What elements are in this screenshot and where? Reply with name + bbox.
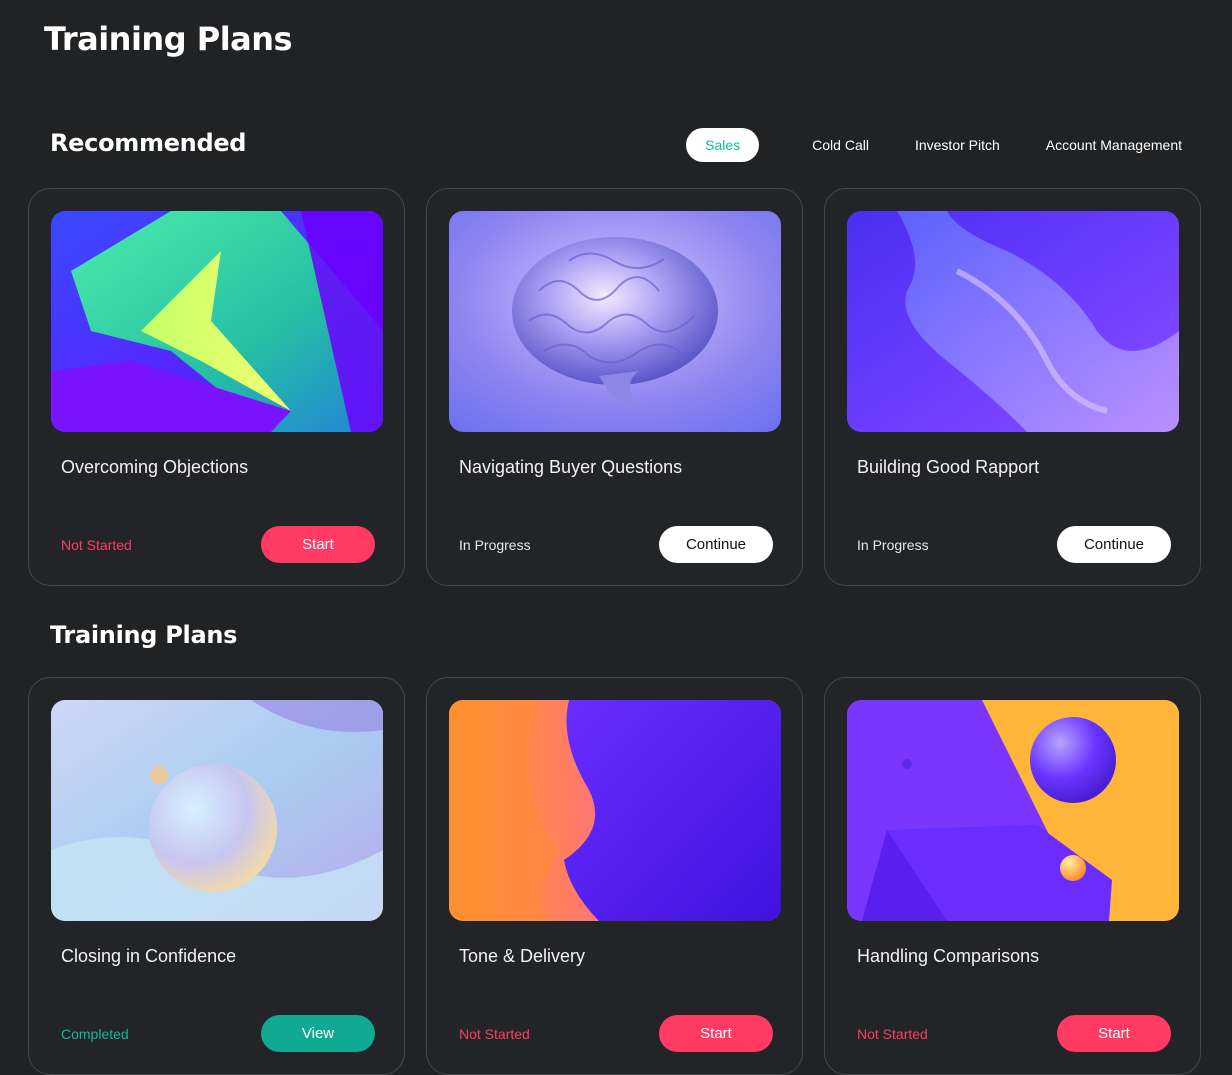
training-card[interactable]: Navigating Buyer Questions In Progress C…: [426, 188, 803, 586]
training-card[interactable]: Closing in Confidence Completed View: [28, 677, 405, 1075]
status-label: Not Started: [459, 1026, 530, 1042]
filter-chip-investor-pitch[interactable]: Investor Pitch: [895, 128, 1020, 162]
card-title: Overcoming Objections: [61, 457, 249, 477]
status-label: In Progress: [459, 537, 531, 553]
view-button[interactable]: View: [261, 1015, 375, 1052]
card-title: Building Good Rapport: [857, 457, 1040, 477]
training-card[interactable]: Overcoming Objections Not Started Start: [28, 188, 405, 586]
training-card[interactable]: Building Good Rapport In Progress Contin…: [824, 188, 1201, 586]
training-card[interactable]: Tone & Delivery Not Started Start: [426, 677, 803, 1075]
training-card[interactable]: Handling Comparisons Not Started Start: [824, 677, 1201, 1075]
card-title: Navigating Buyer Questions: [459, 457, 683, 477]
status-label: Not Started: [61, 537, 132, 553]
recommended-section-title: Recommended: [50, 129, 247, 157]
continue-button[interactable]: Continue: [659, 526, 773, 563]
page-title: Training Plans: [44, 20, 293, 58]
recommended-grid: Overcoming Objections Not Started Start: [28, 188, 1201, 586]
filter-chip-sales[interactable]: Sales: [686, 128, 760, 162]
training-plans-section-title: Training Plans: [50, 621, 238, 649]
start-button[interactable]: Start: [261, 526, 375, 563]
card-image-brain: [449, 211, 781, 432]
filter-chip-account-management[interactable]: Account Management: [1026, 128, 1202, 162]
filter-chip-cold-call[interactable]: Cold Call: [792, 128, 889, 162]
continue-button[interactable]: Continue: [1057, 526, 1171, 563]
card-title: Tone & Delivery: [459, 946, 586, 966]
card-image-pastel-sphere: [51, 700, 383, 921]
category-filters: Sales Cold Call Investor Pitch Account M…: [686, 128, 1202, 162]
card-image-orange-waves: [449, 700, 781, 921]
start-button[interactable]: Start: [1057, 1015, 1171, 1052]
card-image-silk-wave: [847, 211, 1179, 432]
card-title: Handling Comparisons: [857, 946, 1040, 966]
training-plans-grid: Closing in Confidence Completed View Ton…: [28, 677, 1201, 1075]
status-label: In Progress: [857, 537, 929, 553]
status-label: Not Started: [857, 1026, 928, 1042]
start-button[interactable]: Start: [659, 1015, 773, 1052]
status-label: Completed: [61, 1026, 129, 1042]
card-image-abstract-shards: [51, 211, 383, 432]
card-image-geometry-spheres: [847, 700, 1179, 921]
card-title: Closing in Confidence: [61, 946, 237, 966]
